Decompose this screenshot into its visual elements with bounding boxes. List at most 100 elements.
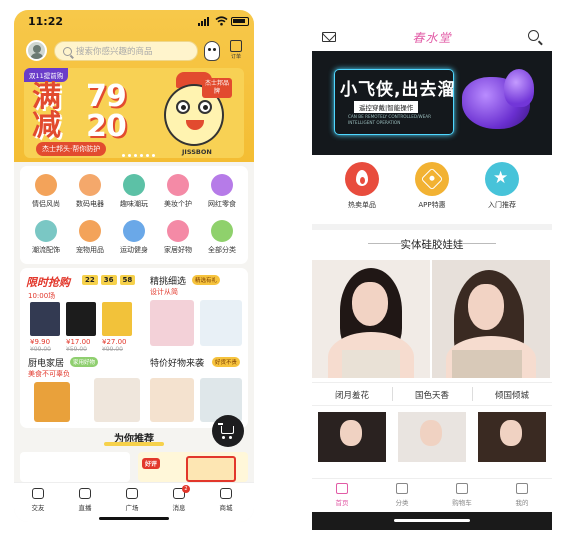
tab-label: 我的	[515, 499, 529, 507]
tab-label: 商城	[219, 504, 233, 512]
status-time: 11:22	[28, 15, 64, 28]
recommend-card[interactable]	[20, 452, 130, 482]
tab-label: 分类	[395, 499, 409, 507]
signal-icon	[198, 17, 212, 26]
flash-product-image	[66, 302, 96, 336]
kitchen-product-image[interactable]	[34, 382, 70, 422]
category-item[interactable]: 全部分类	[202, 220, 242, 255]
flash-product[interactable]: ¥9.90 ¥99.00	[30, 302, 60, 353]
snack-icon	[211, 174, 233, 196]
tab-live[interactable]: 直播	[65, 488, 105, 512]
tab-home[interactable]: 首页	[318, 483, 366, 507]
doll-thumbnail[interactable]	[478, 412, 546, 462]
doll-photo[interactable]	[312, 260, 430, 378]
special-product-image[interactable]	[150, 378, 194, 422]
toy-icon	[123, 174, 145, 196]
promo-banner[interactable]: 双11提前购 满 减 79 20 杰士邦头·帮你防护 杰士邦品牌 JISSBON	[24, 68, 244, 158]
category-label: 数码电器	[76, 200, 104, 208]
home-indicator	[99, 517, 169, 520]
pet-icon	[79, 220, 101, 242]
category-item[interactable]: 家居好物	[158, 220, 198, 255]
quick-entry-label: APP特惠	[418, 201, 446, 209]
flash-product-price: ¥17.00	[66, 338, 91, 346]
mall-icon	[220, 488, 232, 499]
order-icon[interactable]: 订单	[228, 40, 244, 60]
special-title[interactable]: 特价好物来袭	[150, 356, 204, 369]
search-icon[interactable]	[528, 30, 539, 41]
accessory-icon	[35, 220, 57, 242]
category-item[interactable]: 潮流配饰	[26, 220, 66, 255]
app-deal-circle	[415, 162, 449, 196]
cart-icon	[456, 483, 468, 494]
flash-product-image	[102, 302, 132, 336]
doll-name[interactable]: 国色天香	[392, 389, 472, 401]
doll-thumbnail[interactable]	[318, 412, 386, 462]
category-item[interactable]: 趣味潮玩	[114, 174, 154, 209]
recommend-card[interactable]: 好评	[138, 452, 248, 482]
mascot-icon[interactable]	[204, 41, 220, 61]
tab-message[interactable]: 2 消息	[159, 485, 199, 512]
user-avatar[interactable]	[26, 40, 47, 61]
category-item[interactable]: 情侣风尚	[26, 174, 66, 209]
flash-product-original-price: ¥99.00	[102, 346, 123, 353]
search-input[interactable]: 搜索你感兴趣的商品	[54, 41, 198, 61]
quick-entry-hot[interactable]: 热卖单品	[332, 162, 392, 210]
recommend-card-image	[186, 456, 236, 482]
right-tab-bar: 首页 分类 购物车 我的	[312, 478, 552, 512]
tab-profile[interactable]: 我的	[498, 483, 546, 507]
doll-thumbnail[interactable]	[398, 412, 466, 462]
selection-product-image[interactable]	[200, 300, 242, 346]
category-label: 美妆个护	[164, 200, 192, 208]
kitchen-title[interactable]: 厨电家居	[28, 356, 64, 369]
category-item[interactable]: 数码电器	[70, 174, 110, 209]
flash-product[interactable]: ¥17.00 ¥59.00	[66, 302, 96, 353]
kitchen-product-image[interactable]	[94, 378, 140, 422]
tab-label: 消息	[172, 504, 186, 512]
timer-hours: 22	[82, 275, 98, 285]
section-divider	[312, 224, 552, 230]
left-phone-screen: 11:22 搜索你感兴趣的商品 订单 双11提前购 满 减 79 20 杰士邦头…	[14, 10, 254, 522]
profile-icon	[516, 483, 528, 494]
tab-category[interactable]: 分类	[378, 483, 426, 507]
quick-entry-beginner[interactable]: ★ 入门推荐	[472, 162, 532, 210]
category-item[interactable]: 美妆个护	[158, 174, 198, 209]
tab-friends[interactable]: 交友	[18, 488, 58, 512]
search-icon	[63, 46, 72, 56]
selection-product-image[interactable]	[150, 300, 194, 346]
right-phone-screen: 春水堂 小飞侠,出去溜 遥控穿戴|智能操作 CAN BE REMOTELY CO…	[312, 20, 552, 530]
banner-big-text: 满 减	[32, 79, 61, 142]
message-count-badge: 2	[182, 485, 190, 493]
doll-name[interactable]: 闭月羞花	[312, 389, 392, 401]
tab-cart[interactable]: 购物车	[438, 483, 486, 507]
special-badge: 好货不贵	[212, 357, 241, 367]
doll-name-row: 闭月羞花 国色天香 倾国倾城	[312, 382, 552, 406]
category-label: 情侣风尚	[32, 200, 60, 208]
category-item[interactable]: 宠物用品	[70, 220, 110, 255]
brand-badge: 杰士邦品牌	[202, 78, 232, 98]
tab-mall[interactable]: 商城	[206, 488, 246, 512]
digital-icon	[79, 174, 101, 196]
category-item[interactable]: 网红零食	[202, 174, 242, 209]
selection-title[interactable]: 精挑细选	[150, 274, 186, 287]
doll-name[interactable]: 倾国倾城	[472, 389, 552, 401]
home-icon	[336, 483, 348, 494]
kitchen-subtitle: 美食不可辜负	[28, 370, 70, 378]
brand-name: JISSBON	[182, 148, 212, 156]
category-label: 家居好物	[164, 246, 192, 254]
doll-photo[interactable]	[432, 260, 550, 378]
badge-icon	[420, 167, 444, 191]
quick-entry-app-deal[interactable]: APP特惠	[402, 162, 462, 210]
kitchen-badge: 家用好物	[70, 357, 99, 367]
flame-icon	[356, 170, 368, 186]
tab-square[interactable]: 广场	[112, 488, 152, 512]
banner-numbers: 79 20	[86, 79, 127, 144]
home-goods-icon	[167, 220, 189, 242]
battery-icon	[231, 17, 249, 26]
hero-banner[interactable]: 小飞侠,出去溜 遥控穿戴|智能操作 CAN BE REMOTELY CONTRO…	[312, 51, 552, 155]
category-item[interactable]: 运动健身	[114, 220, 154, 255]
flash-product[interactable]: ¥27.00 ¥99.00	[102, 302, 132, 353]
live-icon	[79, 488, 91, 499]
tab-label: 首页	[335, 499, 349, 507]
square-icon	[126, 488, 138, 499]
all-category-icon	[211, 220, 233, 242]
